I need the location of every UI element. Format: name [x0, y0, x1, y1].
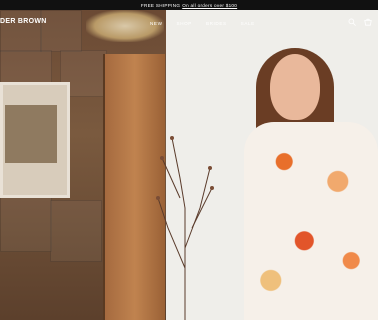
logo[interactable]: DER BROWN — [0, 18, 47, 25]
branches-decor — [156, 136, 214, 320]
search-icon[interactable] — [348, 18, 356, 26]
main-nav: NEW SHOP BRIDES SALE — [150, 21, 255, 26]
announcement-prefix: FREE SHIPPING — [140, 2, 181, 8]
wall-art — [0, 82, 70, 198]
nav-shop[interactable]: SHOP — [177, 21, 192, 26]
nav-brides[interactable]: BRIDES — [206, 21, 227, 26]
hero-image — [0, 10, 378, 320]
floral-dress — [244, 122, 378, 320]
site-header: DER BROWN NEW SHOP BRIDES SALE — [0, 10, 378, 36]
nav-sale[interactable]: SALE — [241, 21, 255, 26]
header-icons — [348, 18, 372, 26]
model-face — [270, 54, 320, 120]
announcement-link[interactable]: On all orders over $100 — [182, 3, 237, 8]
cart-icon[interactable] — [364, 18, 372, 26]
interior-wall — [0, 10, 166, 320]
announcement-bar: FREE SHIPPING On all orders over $100 — [0, 0, 378, 10]
nav-new[interactable]: NEW — [150, 21, 163, 26]
